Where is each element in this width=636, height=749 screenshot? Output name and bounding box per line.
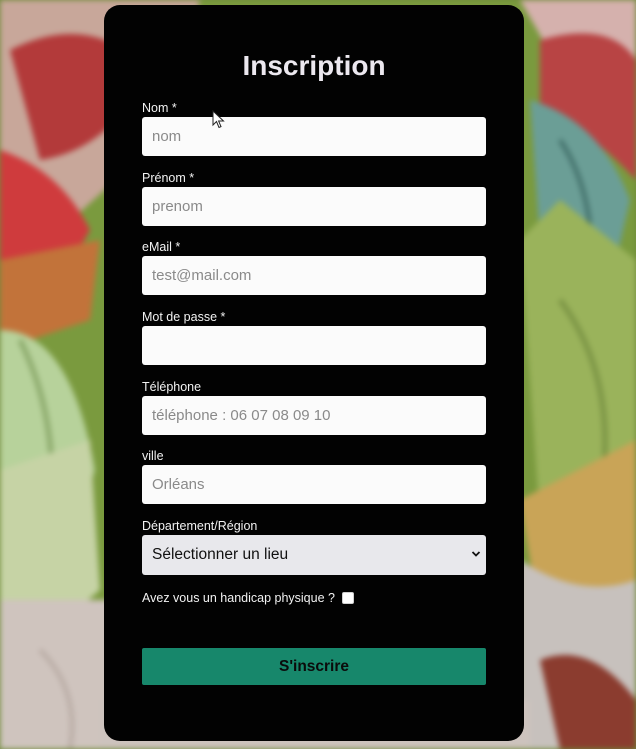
telephone-field: Téléphone xyxy=(142,380,486,435)
email-field: eMail * xyxy=(142,240,486,295)
password-label: Mot de passe * xyxy=(142,310,226,324)
password-input[interactable] xyxy=(142,326,486,365)
region-select-value: Sélectionner un lieu xyxy=(152,546,289,563)
telephone-label: Téléphone xyxy=(142,380,202,394)
mouse-cursor-icon xyxy=(212,110,225,129)
password-field: Mot de passe * xyxy=(142,310,486,365)
email-label: eMail * xyxy=(142,240,181,254)
submit-button[interactable]: S'inscrire xyxy=(142,648,486,685)
email-input[interactable] xyxy=(142,256,486,295)
handicap-row: Avez vous un handicap physique ? xyxy=(142,591,354,605)
region-field: Département/Région Sélectionner un lieu xyxy=(142,519,486,575)
registration-card: Inscription Nom * Prénom * eMail * Mot d… xyxy=(104,5,524,741)
telephone-input[interactable] xyxy=(142,396,486,435)
region-label: Département/Région xyxy=(142,519,258,533)
ville-field: ville xyxy=(142,449,486,504)
handicap-checkbox[interactable] xyxy=(341,592,354,604)
nom-label: Nom * xyxy=(142,101,177,115)
prenom-input[interactable] xyxy=(142,187,486,226)
handicap-label: Avez vous un handicap physique ? xyxy=(142,591,335,605)
nom-field: Nom * xyxy=(142,101,486,156)
ville-label: ville xyxy=(142,449,164,463)
prenom-label: Prénom * xyxy=(142,171,195,185)
prenom-field: Prénom * xyxy=(142,171,486,226)
form-title: Inscription xyxy=(242,50,386,81)
chevron-down-icon xyxy=(471,551,481,557)
nom-input[interactable] xyxy=(142,117,486,156)
ville-input[interactable] xyxy=(142,465,486,504)
region-select[interactable]: Sélectionner un lieu xyxy=(142,535,486,575)
